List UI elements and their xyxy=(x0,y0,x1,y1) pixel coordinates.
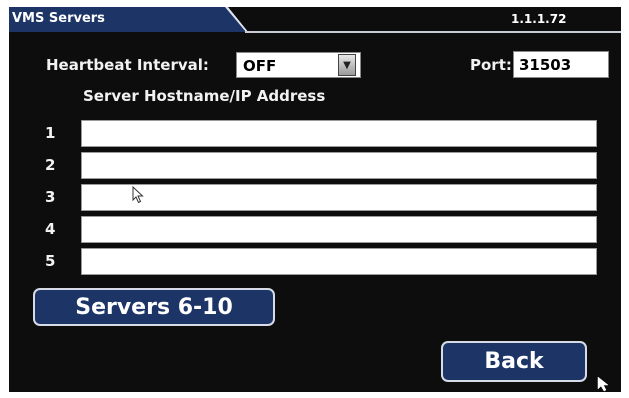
server-row-number-2: 2 xyxy=(45,156,56,174)
chevron-down-icon[interactable]: ▼ xyxy=(338,54,356,76)
server-address-field-5[interactable] xyxy=(81,248,597,275)
vms-servers-screen: VMS Servers 1.1.1.72 Heartbeat Interval:… xyxy=(9,7,621,392)
heartbeat-interval-label: Heartbeat Interval: xyxy=(46,56,209,74)
window-title: VMS Servers xyxy=(12,11,105,26)
heartbeat-interval-value: OFF xyxy=(243,57,277,75)
servers-6-10-button[interactable]: Servers 6-10 xyxy=(33,288,275,326)
server-address-column-header: Server Hostname/IP Address xyxy=(83,87,326,105)
port-label: Port: xyxy=(470,56,512,74)
port-value: 31503 xyxy=(519,56,572,74)
server-row-number-5: 5 xyxy=(45,252,56,270)
server-address-field-1[interactable] xyxy=(81,120,597,147)
server-row-number-3: 3 xyxy=(45,188,56,206)
mouse-pointer-icon xyxy=(132,186,144,204)
server-row-number-4: 4 xyxy=(45,220,56,238)
heartbeat-interval-select[interactable]: OFF ▼ xyxy=(236,52,361,78)
mouse-pointer-icon xyxy=(597,376,609,392)
back-button[interactable]: Back xyxy=(441,341,587,382)
title-divider xyxy=(245,31,621,33)
port-field[interactable]: 31503 xyxy=(513,51,609,78)
server-row-number-1: 1 xyxy=(45,124,56,142)
version-label: 1.1.1.72 xyxy=(511,12,567,26)
server-address-field-4[interactable] xyxy=(81,216,597,243)
server-address-field-2[interactable] xyxy=(81,152,597,179)
server-address-field-3[interactable] xyxy=(81,184,597,211)
